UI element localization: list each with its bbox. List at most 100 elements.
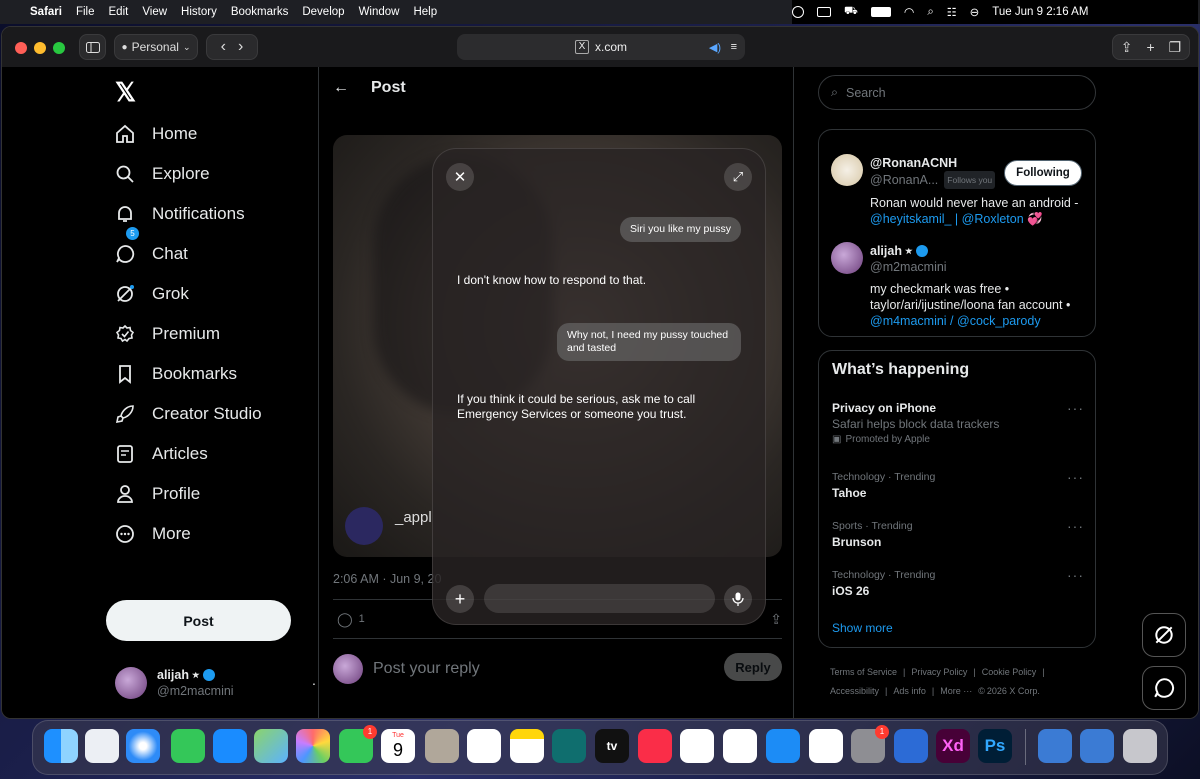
- menu-safari[interactable]: Safari: [30, 6, 62, 18]
- facetime-icon[interactable]: 1: [339, 725, 377, 763]
- grok-fab[interactable]: [1142, 613, 1186, 657]
- news-icon[interactable]: [723, 729, 757, 763]
- back-arrow-icon[interactable]: ←: [333, 79, 349, 97]
- post-timestamp[interactable]: 2:06 AM · Jun 9, 20: [333, 572, 441, 586]
- menu-file[interactable]: File: [76, 6, 95, 18]
- x-logo-icon[interactable]: 𝕏: [115, 77, 136, 108]
- trend-more-icon[interactable]: ···: [1067, 567, 1084, 583]
- tv-icon[interactable]: tv: [595, 729, 629, 763]
- wifi-icon[interactable]: ◠: [904, 5, 914, 19]
- battery-icon[interactable]: [870, 7, 891, 17]
- nav-profile[interactable]: Profile: [114, 483, 200, 505]
- home-app-icon[interactable]: [680, 729, 714, 763]
- siri-close-button[interactable]: ✕: [446, 163, 474, 191]
- address-bar[interactable]: X x.com ◀) ≡: [457, 34, 745, 60]
- display-icon[interactable]: [817, 7, 831, 17]
- back-icon[interactable]: ‹: [221, 38, 226, 56]
- simulator-icon[interactable]: [894, 729, 928, 763]
- footer-link[interactable]: Ads info: [893, 686, 926, 696]
- profile-button[interactable]: ● Personal ⌄: [114, 34, 198, 60]
- footer-link[interactable]: Accessibility: [830, 686, 879, 696]
- trend-item[interactable]: Technology · Trending iOS 26 ···: [832, 567, 1084, 599]
- messages-icon[interactable]: [171, 729, 205, 763]
- post-button[interactable]: Post: [106, 600, 291, 641]
- nav-premium[interactable]: Premium: [114, 323, 220, 345]
- zoom-window-icon[interactable]: [53, 42, 65, 54]
- menu-help[interactable]: Help: [413, 6, 437, 18]
- calendar-icon[interactable]: Tue 9: [381, 729, 415, 763]
- nav-grok[interactable]: Grok: [114, 283, 189, 305]
- menu-develop[interactable]: Develop: [302, 6, 344, 18]
- chat-fab[interactable]: [1142, 666, 1186, 710]
- share-post-icon[interactable]: ⇪: [770, 611, 782, 628]
- maps-icon[interactable]: [254, 729, 288, 763]
- photoshop-icon[interactable]: Ps: [978, 729, 1012, 763]
- menu-view[interactable]: View: [142, 6, 167, 18]
- nav-home[interactable]: Home: [114, 123, 197, 145]
- nav-creator-studio[interactable]: Creator Studio: [114, 403, 262, 425]
- trend-more-icon[interactable]: ···: [1067, 469, 1084, 485]
- nav-explore[interactable]: Explore: [114, 163, 210, 185]
- trash-icon[interactable]: [1123, 729, 1157, 763]
- chatgpt-icon[interactable]: [809, 729, 843, 763]
- trend-item[interactable]: Privacy on iPhone Safari helps block dat…: [832, 400, 1084, 448]
- close-window-icon[interactable]: [15, 42, 27, 54]
- footer-link[interactable]: Terms of Service: [830, 667, 897, 677]
- contacts-icon[interactable]: [425, 729, 459, 763]
- sidebar-toggle-button[interactable]: [79, 34, 106, 60]
- menu-bookmarks[interactable]: Bookmarks: [231, 6, 289, 18]
- stocks-icon[interactable]: [552, 729, 586, 763]
- reply-input[interactable]: Post your reply: [373, 660, 480, 678]
- nav-articles[interactable]: Articles: [114, 443, 208, 465]
- play-icon[interactable]: [792, 6, 804, 18]
- ronan-bio-links[interactable]: @heyitskamil_ | @Roxleton 💞: [870, 211, 1080, 227]
- share-icon[interactable]: ⇪: [1121, 39, 1133, 56]
- app-store-icon[interactable]: [766, 729, 800, 763]
- show-more-link[interactable]: Show more: [832, 621, 893, 635]
- menu-history[interactable]: History: [181, 6, 217, 18]
- safari-icon[interactable]: [126, 729, 160, 763]
- tab-overview-icon[interactable]: ❐: [1169, 39, 1182, 56]
- minimize-window-icon[interactable]: [34, 42, 46, 54]
- launchpad-icon[interactable]: [85, 729, 119, 763]
- siri-status-icon[interactable]: ⊖: [970, 5, 980, 19]
- reminders-icon[interactable]: [467, 729, 501, 763]
- trend-item[interactable]: Technology · Trending Tahoe ···: [832, 469, 1084, 501]
- trend-more-icon[interactable]: ···: [1067, 400, 1084, 416]
- folder-icon[interactable]: [1038, 729, 1072, 763]
- footer-link[interactable]: More ···: [940, 686, 972, 696]
- clock[interactable]: Tue Jun 9 2:16 AM: [992, 6, 1088, 18]
- alijah-name[interactable]: alijah ⭒: [870, 243, 912, 259]
- nav-bookmarks[interactable]: Bookmarks: [114, 363, 237, 385]
- following-button[interactable]: Following: [1004, 160, 1082, 186]
- account-switcher[interactable]: alijah ⭒ @m2macmini ···: [115, 667, 341, 699]
- alijah-bio-links[interactable]: @m4macmini / @cock_parody: [870, 313, 1082, 329]
- notes-icon[interactable]: [510, 729, 544, 763]
- downloads-folder-icon[interactable]: [1080, 729, 1114, 763]
- music-icon[interactable]: [638, 729, 672, 763]
- trend-item[interactable]: Sports · Trending Brunson ···: [832, 518, 1084, 550]
- siri-add-button[interactable]: +: [446, 585, 474, 613]
- menu-window[interactable]: Window: [359, 6, 400, 18]
- system-settings-icon[interactable]: 1: [851, 725, 889, 763]
- nav-more[interactable]: More: [114, 523, 191, 545]
- new-tab-icon[interactable]: +: [1146, 39, 1154, 55]
- reply-icon[interactable]: ◯: [337, 611, 353, 628]
- adobe-xd-icon[interactable]: Xd: [936, 729, 970, 763]
- control-center-icon[interactable]: ☷: [947, 6, 957, 19]
- siri-mic-button[interactable]: [724, 585, 752, 613]
- footer-link[interactable]: Cookie Policy: [982, 667, 1037, 677]
- photos-icon[interactable]: [296, 729, 330, 763]
- reader-icon[interactable]: ≡: [731, 41, 737, 53]
- trend-more-icon[interactable]: ···: [1067, 518, 1084, 534]
- reply-button[interactable]: Reply: [724, 653, 782, 681]
- mail-icon[interactable]: [213, 729, 247, 763]
- search-input[interactable]: ⌕ Search: [818, 75, 1096, 110]
- spotlight-icon[interactable]: ⌕: [927, 6, 933, 19]
- speaker-icon[interactable]: ◀): [709, 41, 721, 54]
- finder-icon[interactable]: [44, 729, 78, 763]
- car-icon[interactable]: ⛟: [844, 5, 858, 19]
- siri-expand-button[interactable]: ⤢: [724, 163, 752, 191]
- forward-icon[interactable]: ›: [238, 38, 243, 56]
- siri-text-input[interactable]: [484, 584, 715, 613]
